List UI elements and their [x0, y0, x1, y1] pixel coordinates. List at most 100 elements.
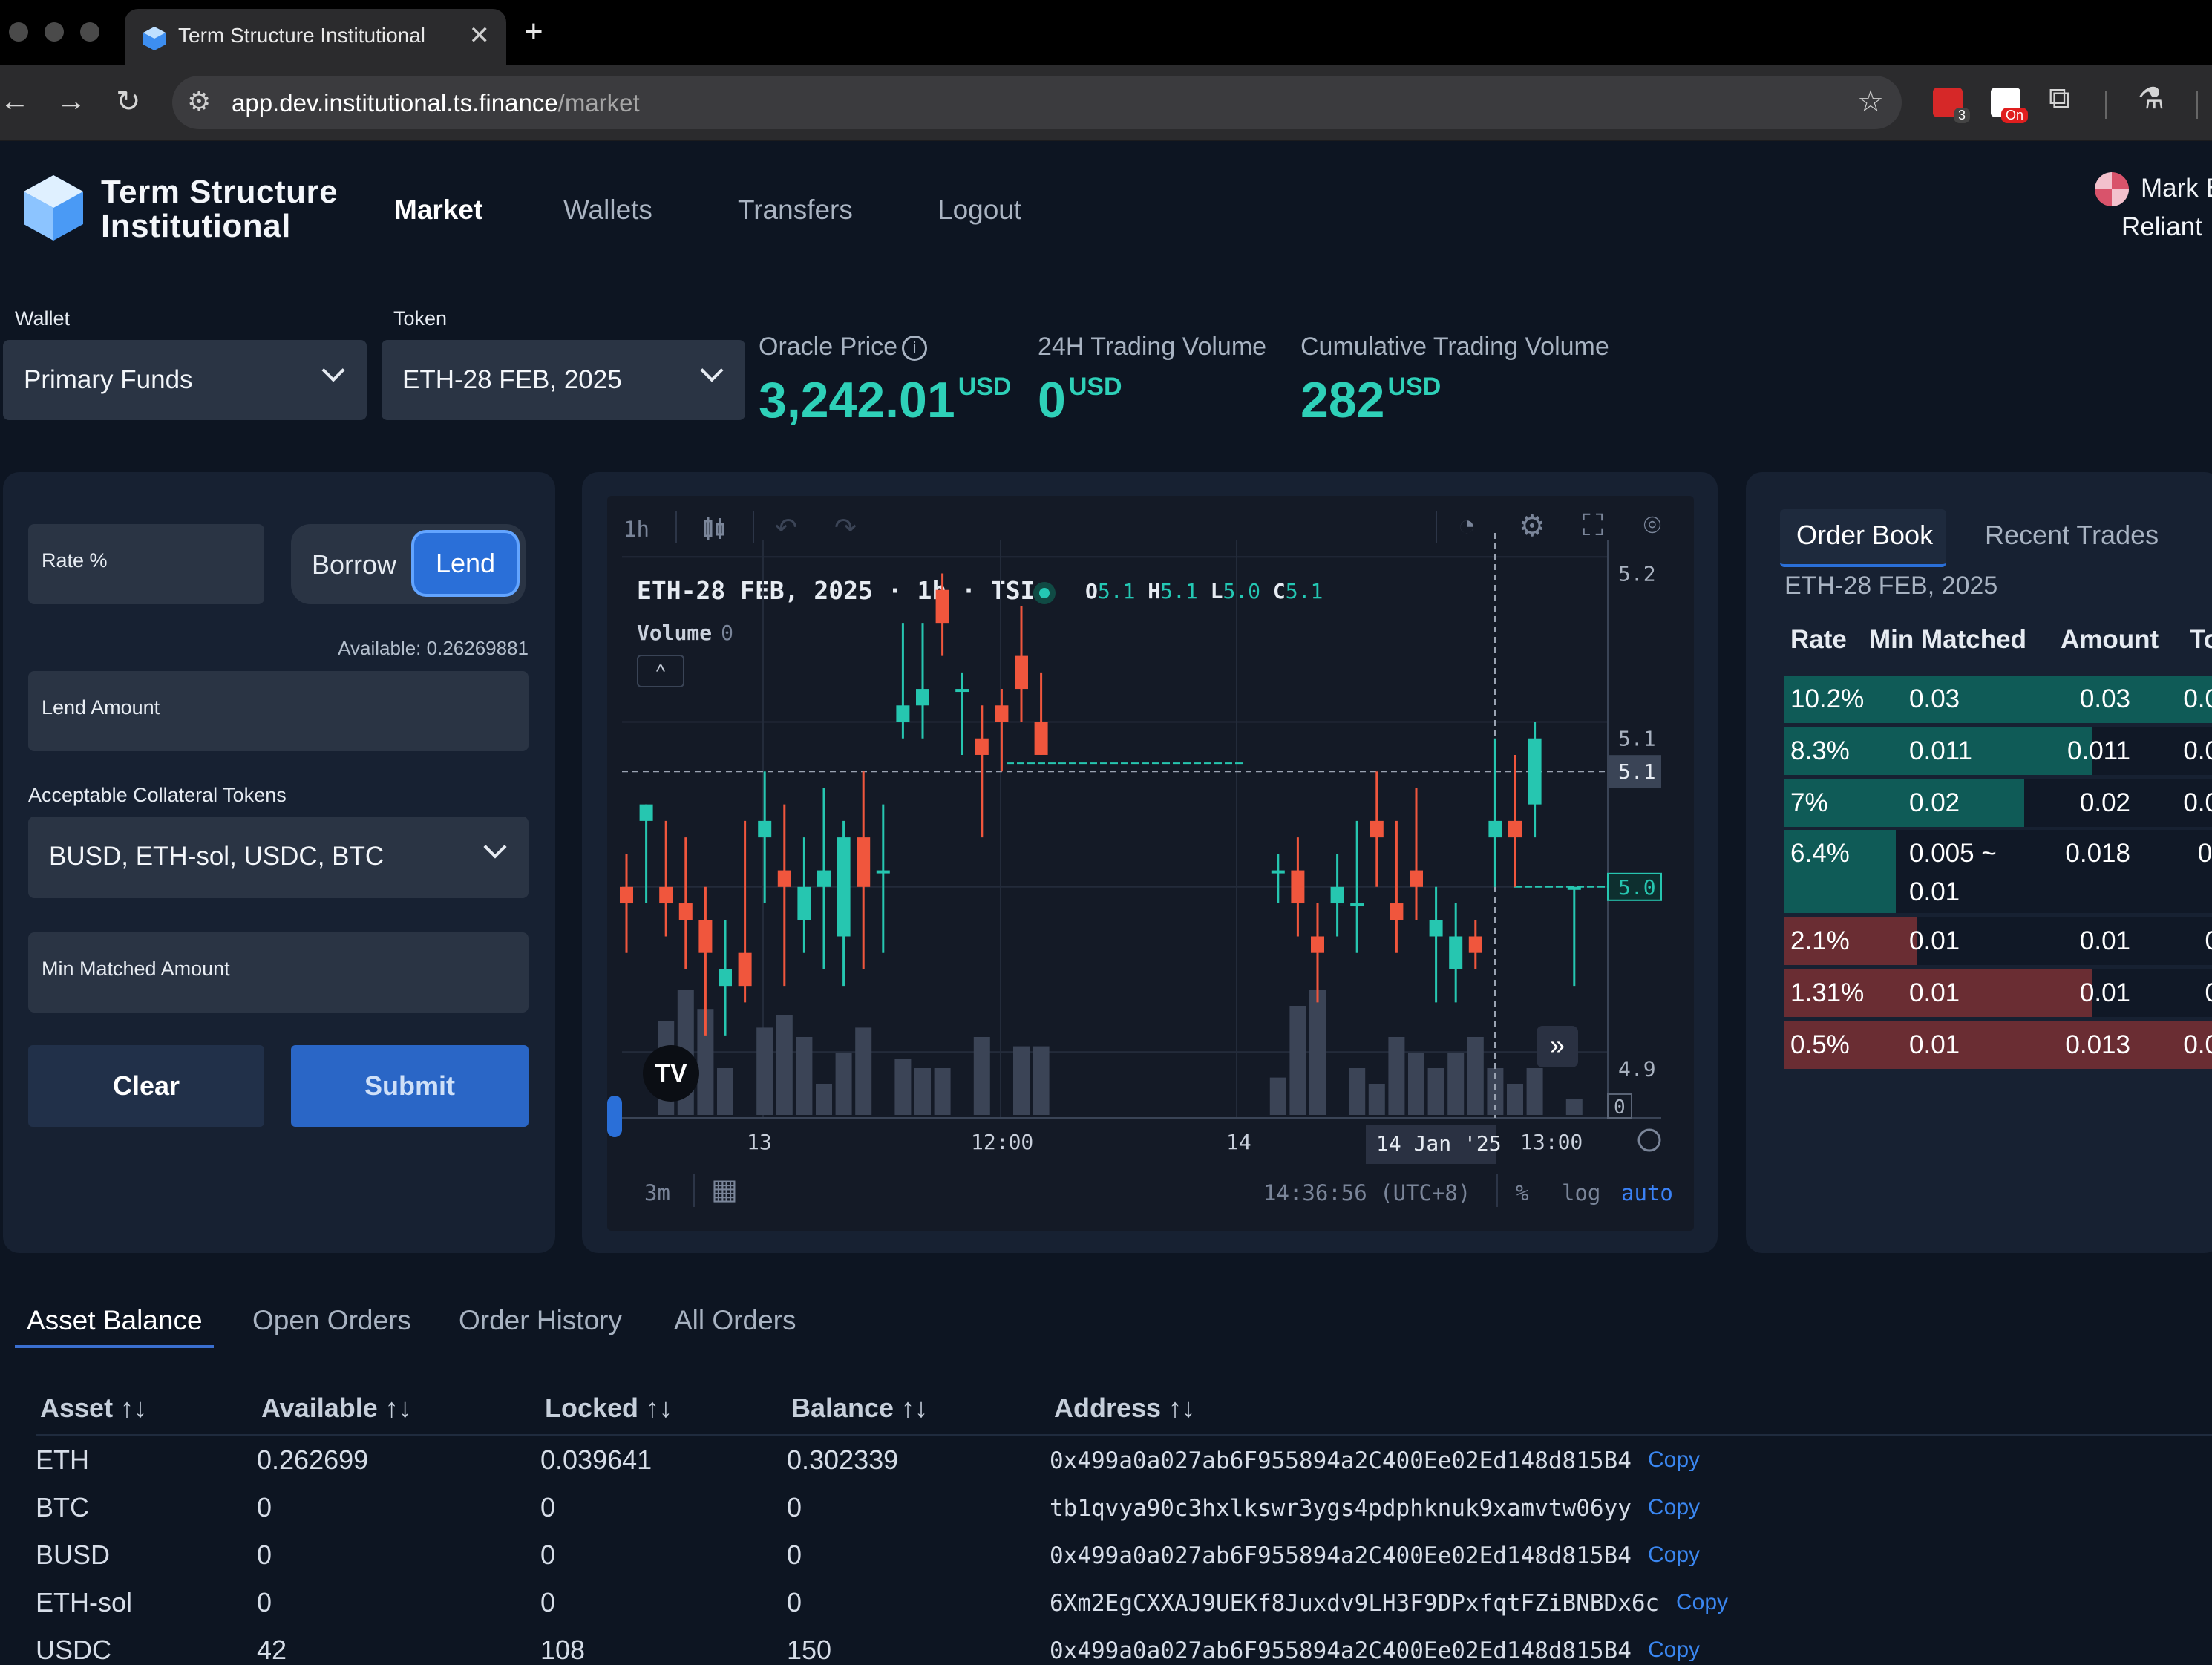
tab-open-orders[interactable]: Open Orders	[252, 1305, 411, 1336]
candlestick-plot[interactable]: 5.2 5.1 4.9 5.1 5.0 0 13 12:00 14 14 Jan '25 13:00	[607, 496, 1694, 1231]
toolbar-divider	[693, 1174, 695, 1207]
site-settings-icon[interactable]: ⚙	[187, 86, 211, 117]
candle-body	[975, 738, 989, 755]
candle-body	[935, 589, 949, 624]
copy-address-button[interactable]: Copy	[1676, 1590, 1728, 1615]
candle-body	[738, 952, 752, 987]
close-tab-icon[interactable]: ✕	[469, 21, 491, 50]
rate-input[interactable]: Rate %	[28, 524, 264, 604]
back-arrow-icon[interactable]: ←	[0, 85, 30, 118]
tab-order-history[interactable]: Order History	[459, 1305, 622, 1336]
window-minimize-button[interactable]	[45, 22, 64, 42]
submit-button[interactable]: Submit	[291, 1045, 529, 1127]
order-book-market: ETH-28 FEB, 2025	[1784, 572, 1998, 600]
ob-rate: 2.1%	[1790, 926, 1850, 955]
ob-total: 0.0	[2183, 684, 2212, 713]
cell-available: 0	[257, 1492, 272, 1522]
order-book-bid-row[interactable]: 10.2% 0.03 0.03 0.0	[1784, 676, 2212, 723]
ob-min-matched: 0.005 ~	[1909, 839, 1997, 868]
brand-name: Term Structure Institutional	[101, 174, 338, 244]
candle-body	[995, 705, 1009, 722]
clear-button[interactable]: Clear	[28, 1045, 264, 1127]
min-matched-amount-input[interactable]: Min Matched Amount	[28, 932, 529, 1013]
lend-amount-input[interactable]: Lend Amount	[28, 671, 529, 751]
cell-address: 0x499a0a027ab6F955894a2C400Ee02Ed148d815…	[1050, 1543, 1632, 1569]
term-structure-logo-icon[interactable]	[18, 172, 89, 243]
tab-order-book[interactable]: Order Book	[1796, 520, 1933, 551]
ob-rate: 6.4%	[1790, 839, 1850, 868]
tab-recent-trades[interactable]: Recent Trades	[1985, 520, 2159, 551]
user-organization: Reliant	[2121, 212, 2202, 241]
cell-balance: 0.302339	[787, 1445, 899, 1475]
y-tick-label: 5.2	[1618, 561, 1656, 586]
new-tab-button[interactable]: +	[524, 13, 543, 50]
nav-wallets[interactable]: Wallets	[563, 194, 652, 226]
order-book-bid-row[interactable]: 8.3% 0.011 0.011 0.0	[1784, 727, 2212, 775]
borrow-toggle[interactable]: Borrow	[312, 549, 396, 580]
forward-arrow-icon[interactable]: →	[56, 85, 86, 118]
go-to-date-calendar-icon[interactable]: ▦	[711, 1173, 738, 1206]
order-book-ask-row[interactable]: 2.1% 0.01 0.01 0	[1784, 917, 2212, 965]
ob-total: 0.0	[2183, 736, 2212, 765]
col-header-available[interactable]: Available ↑↓	[261, 1393, 412, 1424]
window-controls	[9, 22, 99, 42]
nav-transfers[interactable]: Transfers	[738, 194, 853, 226]
volume-bar	[914, 1068, 931, 1115]
window-close-button[interactable]	[9, 22, 28, 42]
token-select[interactable]: ETH-28 FEB, 2025	[382, 340, 745, 420]
volume-24h-value: 0 USD	[1038, 372, 1122, 428]
order-book-ask-row[interactable]: 0.5% 0.01 0.013 0.0	[1784, 1021, 2212, 1069]
volume-bar	[1507, 1084, 1523, 1115]
candle-body	[1528, 738, 1542, 805]
extension-recorder-icon[interactable]: On	[1991, 88, 2028, 123]
lend-toggle[interactable]: Lend	[411, 530, 520, 597]
labs-flask-icon[interactable]: ⚗	[2138, 82, 2164, 116]
copy-address-button[interactable]: Copy	[1648, 1448, 1700, 1473]
volume-scale-label: 0	[1614, 1096, 1626, 1119]
reload-icon[interactable]: ↻	[116, 85, 141, 119]
candle-body	[1034, 722, 1048, 755]
user-avatar[interactable]	[2095, 172, 2129, 206]
chart-pane-handle[interactable]	[607, 1096, 622, 1137]
order-book-bid-row[interactable]: 6.4% 0.005 ~ 0.01 0.018 0.	[1784, 830, 2212, 913]
copy-address-button[interactable]: Copy	[1648, 1543, 1700, 1568]
auto-scale-toggle[interactable]: auto	[1621, 1180, 1673, 1206]
col-header-balance[interactable]: Balance ↑↓	[791, 1393, 928, 1424]
info-icon[interactable]: i	[902, 336, 928, 361]
col-header-address[interactable]: Address ↑↓	[1054, 1393, 1195, 1424]
volume-bar	[717, 1068, 733, 1115]
tab-asset-balance[interactable]: Asset Balance	[27, 1305, 203, 1336]
extensions-puzzle-icon[interactable]: ⧉	[2049, 82, 2070, 115]
nav-logout[interactable]: Logout	[938, 194, 1021, 226]
range-selector[interactable]: 3m	[644, 1180, 670, 1206]
time-axis-settings-icon	[1637, 1128, 1661, 1152]
bookmark-star-icon[interactable]: ☆	[1857, 85, 1884, 119]
token-label: Token	[393, 307, 448, 330]
ob-header-rate: Rate	[1790, 625, 1847, 654]
scroll-to-realtime-button[interactable]: »	[1537, 1026, 1578, 1067]
tradingview-logo-icon[interactable]: TV	[643, 1045, 699, 1102]
wallet-select[interactable]: Primary Funds	[3, 340, 367, 420]
log-scale-toggle[interactable]: log	[1562, 1180, 1600, 1206]
col-header-asset[interactable]: Asset ↑↓	[40, 1393, 147, 1424]
col-header-locked[interactable]: Locked ↑↓	[545, 1393, 673, 1424]
copy-address-button[interactable]: Copy	[1648, 1495, 1700, 1520]
volume-bar	[1408, 1053, 1424, 1115]
order-book-bid-row[interactable]: 7% 0.02 0.02 0.0	[1784, 779, 2212, 827]
cell-asset: ETH-sol	[36, 1587, 133, 1617]
crosshair-date-label: 14 Jan '25	[1376, 1131, 1502, 1156]
extension-calendar-icon[interactable]: 3	[1933, 88, 1970, 123]
browser-tab[interactable]: Term Structure Institutional ✕	[125, 9, 506, 65]
percent-scale-toggle[interactable]: %	[1516, 1180, 1528, 1206]
volume-bar	[776, 1015, 793, 1115]
price-chart[interactable]: 1h ↶ ↷ ◔ ⚙ ⛶ ⌾ ETH-28 FEB, 2025 · 1h · T…	[607, 496, 1694, 1231]
window-maximize-button[interactable]	[80, 22, 99, 42]
copy-address-button[interactable]: Copy	[1648, 1638, 1700, 1663]
sort-icon: ↑↓	[1168, 1393, 1196, 1423]
tab-all-orders[interactable]: All Orders	[674, 1305, 796, 1336]
address-bar[interactable]: ⚙ app.dev.institutional.ts.finance/marke…	[172, 76, 1902, 129]
order-book-ask-row[interactable]: 1.31% 0.01 0.01 0	[1784, 969, 2212, 1017]
cell-address: tb1qvya90c3hxlkswr3ygs4pdphknuk9xamvtw06…	[1050, 1495, 1632, 1522]
nav-market[interactable]: Market	[394, 194, 482, 226]
collateral-tokens-select[interactable]: BUSD, ETH-sol, USDC, BTC	[28, 817, 529, 898]
